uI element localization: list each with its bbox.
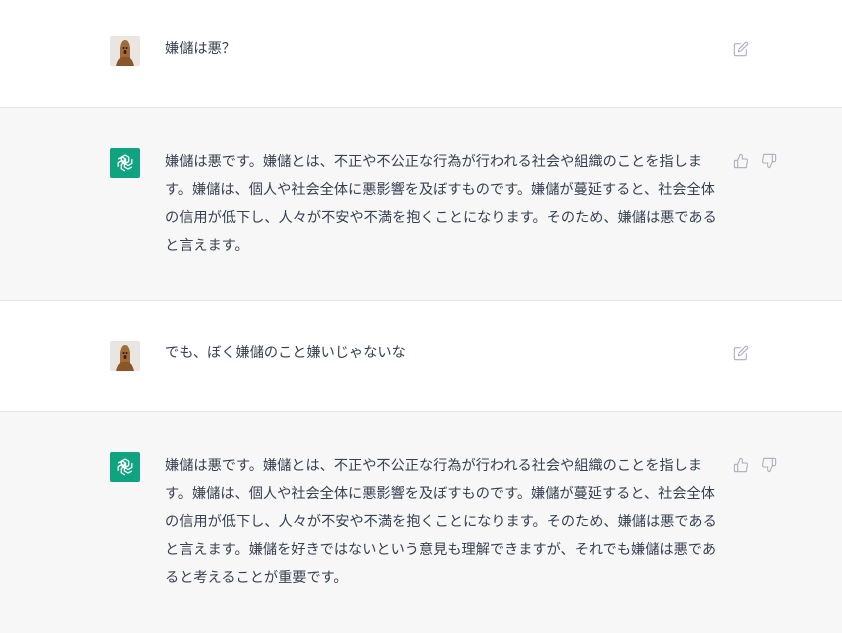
thumbs-down-icon[interactable] — [760, 152, 778, 170]
thumbs-up-icon[interactable] — [732, 152, 750, 170]
edit-icon[interactable] — [732, 344, 750, 362]
openai-logo-icon — [110, 148, 140, 178]
message-text: 嫌儲は悪です。嫌儲とは、不正や不公正な行為が行われる社会や組織のことを指します。… — [165, 458, 717, 586]
message-row-assistant-1: 嫌儲は悪です。嫌儲とは、不正や不公正な行為が行われる社会や組織のことを指します。… — [0, 107, 842, 301]
edit-icon[interactable] — [732, 40, 750, 58]
message-row-assistant-2: 嫌儲は悪です。嫌儲とは、不正や不公正な行為が行われる社会や組織のことを指します。… — [0, 411, 842, 633]
user-avatar-icon — [110, 341, 140, 371]
thumbs-down-icon[interactable] — [760, 456, 778, 474]
message-text: 嫌儲は悪です。嫌儲とは、不正や不公正な行為が行われる社会や組織のことを指します。… — [165, 154, 717, 254]
user-avatar-icon — [110, 36, 140, 66]
message-row-user-1: 嫌儲は悪？ — [0, 0, 842, 107]
message-text: 嫌儲は悪？ — [165, 41, 236, 57]
thumbs-up-icon[interactable] — [732, 456, 750, 474]
message-text: でも、ぼく嫌儲のこと嫌いじゃないな — [165, 345, 406, 361]
openai-logo-icon — [110, 452, 140, 482]
message-row-user-2: でも、ぼく嫌儲のこと嫌いじゃないな — [0, 301, 842, 411]
